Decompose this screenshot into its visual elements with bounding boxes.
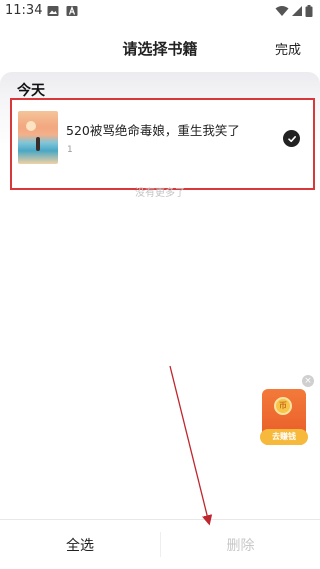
gallery-icon [47,6,59,16]
close-icon[interactable]: × [302,375,314,387]
status-time: 11:34 [5,3,43,18]
page-title: 请选择书籍 [122,40,198,58]
bottom-action-bar: 全选 删除 [0,519,320,569]
checkmark-icon[interactable] [283,130,300,147]
status-bar: 11:34 [0,0,320,22]
book-progress: 1 [67,145,73,155]
book-title: 520被骂绝命毒娘，重生我笑了 [66,123,240,138]
a-badge-icon [66,5,78,16]
done-button[interactable]: 完成 [275,39,301,58]
section-title: 今天 [17,83,45,99]
book-cover [18,111,58,164]
battery-icon [305,5,313,17]
earn-money-widget[interactable]: 币 去赚钱 × [260,375,314,447]
list-item[interactable]: 520被骂绝命毒娘，重生我笑了 1 [10,98,315,190]
earn-money-label: 去赚钱 [260,429,308,445]
signal-icon [292,6,302,16]
list-end-text: 没有更多了 [135,188,185,199]
select-all-button[interactable]: 全选 [0,520,160,569]
delete-button[interactable]: 删除 [161,520,320,569]
header: 请选择书籍 完成 [0,28,320,68]
wifi-icon [275,6,289,16]
coin-icon: 币 [274,397,292,415]
